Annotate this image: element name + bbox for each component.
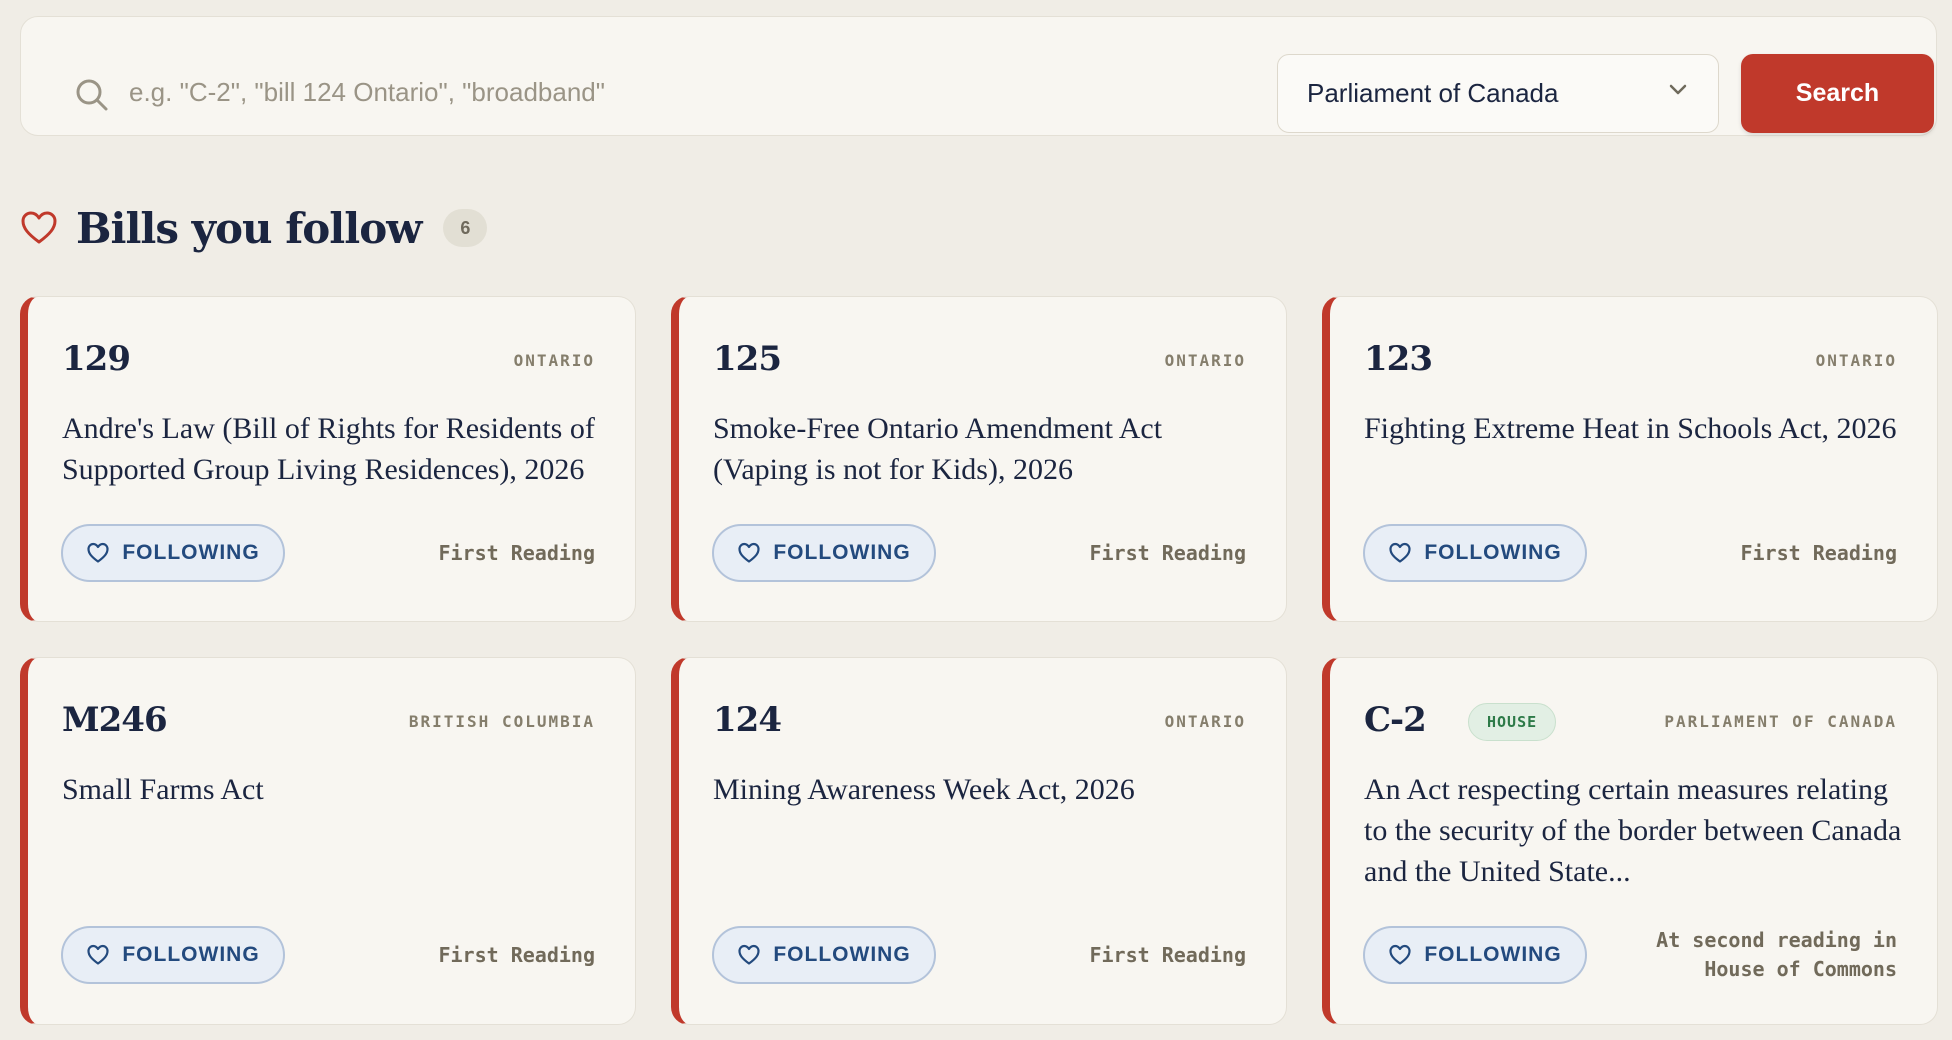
chevron-down-icon <box>1669 84 1687 95</box>
heart-outline-icon <box>1389 944 1411 965</box>
following-label: FOLLOWING <box>773 541 911 564</box>
following-button[interactable]: FOLLOWING <box>61 926 285 984</box>
bill-jurisdiction: ONTARIO <box>1164 712 1246 731</box>
heart-outline-icon <box>87 542 109 563</box>
bill-title: An Act respecting certain measures relat… <box>1364 773 1902 888</box>
page-title: Bills you follow <box>76 203 422 253</box>
followed-count-badge: 6 <box>443 209 488 247</box>
bill-title: Andre's Law (Bill of Rights for Resident… <box>62 412 595 486</box>
search-bar: Parliament of Canada Search <box>20 16 1937 136</box>
bill-status: First Reading <box>1089 541 1246 565</box>
search-icon <box>76 79 108 111</box>
bill-jurisdiction: BRITISH COLUMBIA <box>408 712 595 731</box>
bill-status: At second reading in House of Commons <box>1656 926 1897 984</box>
section-heading: Bills you follow 6 <box>20 196 488 260</box>
bill-number: 125 <box>713 339 782 379</box>
following-label: FOLLOWING <box>1424 541 1562 564</box>
heart-outline-icon <box>738 542 760 563</box>
bill-title: Small Farms Act <box>62 773 264 806</box>
bill-jurisdiction: ONTARIO <box>1815 351 1897 370</box>
following-button[interactable]: FOLLOWING <box>61 524 285 582</box>
following-button[interactable]: FOLLOWING <box>712 524 936 582</box>
bill-card[interactable]: 123 ONTARIO Fighting Extreme Heat in Sch… <box>1322 296 1938 622</box>
bill-card[interactable]: C-2 HOUSE PARLIAMENT OF CANADA An Act re… <box>1322 657 1938 1025</box>
bill-status: First Reading <box>438 541 595 565</box>
search-button[interactable]: Search <box>1741 54 1934 133</box>
bill-title: Fighting Extreme Heat in Schools Act, 20… <box>1364 412 1897 445</box>
heart-outline-icon <box>87 944 109 965</box>
bill-title: Smoke-Free Ontario Amendment Act (Vaping… <box>713 412 1163 486</box>
bill-card[interactable]: 124 ONTARIO Mining Awareness Week Act, 2… <box>671 657 1287 1025</box>
bill-status-line: House of Commons <box>1704 957 1897 981</box>
bill-number: M246 <box>62 700 168 740</box>
bill-status: First Reading <box>438 943 595 967</box>
heart-outline-icon <box>1389 542 1411 563</box>
following-label: FOLLOWING <box>122 541 260 564</box>
chamber-badge: HOUSE <box>1468 703 1557 741</box>
jurisdiction-select[interactable]: Parliament of Canada <box>1277 54 1719 133</box>
search-input[interactable] <box>129 57 1229 127</box>
heart-outline-icon <box>21 211 57 244</box>
following-label: FOLLOWING <box>773 943 911 966</box>
bill-card[interactable]: 125 ONTARIO Smoke-Free Ontario Amendment… <box>671 296 1287 622</box>
following-button[interactable]: FOLLOWING <box>712 926 936 984</box>
bill-number: C-2 <box>1364 700 1427 740</box>
following-button[interactable]: FOLLOWING <box>1363 524 1587 582</box>
following-label: FOLLOWING <box>1424 943 1562 966</box>
bill-card[interactable]: 129 ONTARIO Andre's Law (Bill of Rights … <box>20 296 636 622</box>
bill-jurisdiction: ONTARIO <box>1164 351 1246 370</box>
heart-outline-icon <box>738 944 760 965</box>
bill-jurisdiction: ONTARIO <box>513 351 595 370</box>
bill-status: First Reading <box>1089 943 1246 967</box>
bill-number: 124 <box>713 700 782 740</box>
bill-number: 129 <box>62 339 131 379</box>
bill-number: 123 <box>1364 339 1433 379</box>
bill-status-line: At second reading in <box>1656 928 1897 952</box>
following-label: FOLLOWING <box>122 943 260 966</box>
bill-status: First Reading <box>1740 541 1897 565</box>
jurisdiction-select-value: Parliament of Canada <box>1307 78 1559 108</box>
bill-jurisdiction: PARLIAMENT OF CANADA <box>1664 712 1897 731</box>
following-button[interactable]: FOLLOWING <box>1363 926 1587 984</box>
bill-title: Mining Awareness Week Act, 2026 <box>713 773 1135 806</box>
bill-card[interactable]: M246 BRITISH COLUMBIA Small Farms Act FO… <box>20 657 636 1025</box>
